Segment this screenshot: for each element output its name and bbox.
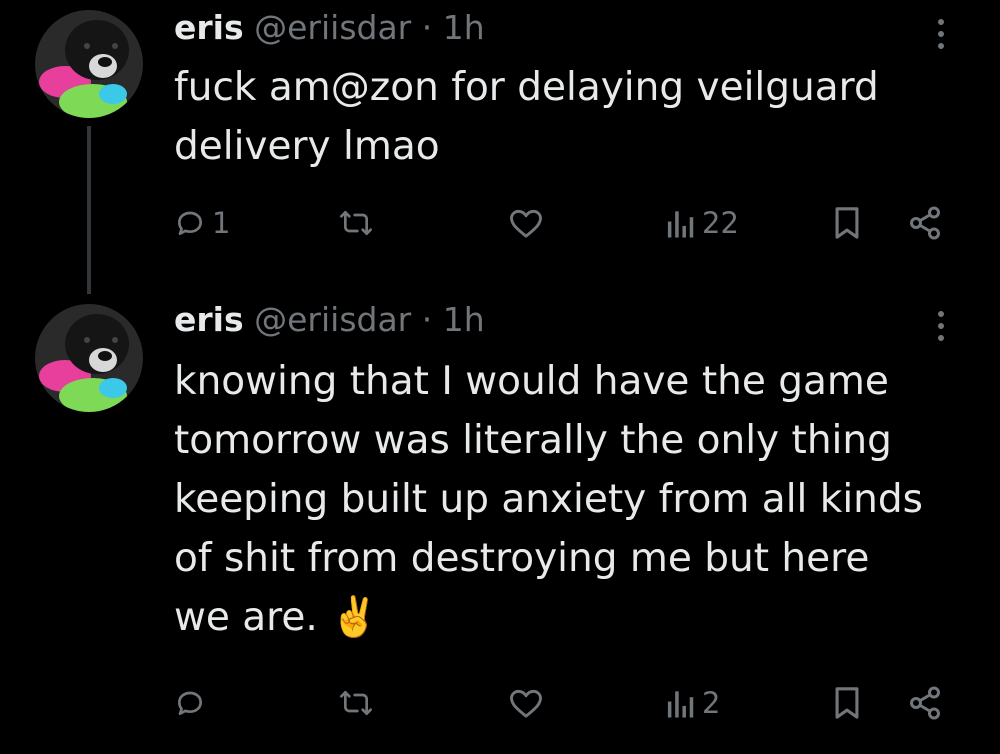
like-button[interactable] [508, 199, 550, 247]
share-icon [910, 686, 940, 720]
views-count: 22 [702, 206, 739, 240]
heart-icon [510, 689, 542, 718]
bookmark-icon [835, 687, 859, 719]
avatar[interactable] [35, 10, 143, 118]
separator: · [421, 300, 433, 339]
retweet-button[interactable] [336, 679, 382, 727]
tweet-1[interactable]: eris @eriisdar · 1h fuck am@zon for dela… [0, 0, 1000, 294]
views-button[interactable]: 22 [666, 199, 739, 247]
views-icon [667, 211, 694, 238]
bookmark-button[interactable] [832, 199, 862, 247]
avatar-image [35, 10, 143, 118]
views-icon [667, 691, 694, 718]
bookmark-icon [835, 207, 859, 239]
timestamp[interactable]: 1h [443, 300, 485, 339]
bookmark-button[interactable] [832, 679, 862, 727]
views-count: 2 [702, 686, 721, 720]
share-button[interactable] [906, 679, 944, 727]
avatar[interactable] [35, 304, 143, 412]
separator: · [421, 8, 433, 47]
reply-count: 1 [212, 206, 231, 240]
retweet-button[interactable] [336, 199, 382, 247]
heart-icon [510, 209, 542, 238]
more-icon[interactable] [926, 14, 956, 54]
user-handle[interactable]: @eriisdar [254, 300, 411, 339]
tweet-header: eris @eriisdar · 1h [174, 6, 485, 50]
retweet-icon [340, 691, 372, 715]
like-button[interactable] [508, 679, 550, 727]
display-name[interactable]: eris [174, 8, 244, 47]
tweet-text: fuck am@zon for delaying veilguard deliv… [174, 65, 879, 169]
reply-button[interactable]: 1 [174, 199, 230, 247]
action-bar: 2 [0, 679, 1000, 727]
more-icon[interactable] [926, 306, 956, 346]
timestamp[interactable]: 1h [443, 8, 485, 47]
share-icon [910, 206, 940, 240]
reply-icon [178, 211, 202, 235]
user-handle[interactable]: @eriisdar [254, 8, 411, 47]
reply-button[interactable] [174, 679, 212, 727]
tweet-2[interactable]: eris @eriisdar · 1h knowing that I would… [0, 294, 1000, 754]
retweet-icon [340, 211, 372, 235]
tweet-text: knowing that I would have the game tomor… [174, 359, 923, 640]
share-button[interactable] [906, 199, 944, 247]
tweet-header: eris @eriisdar · 1h [174, 298, 485, 342]
avatar-image [35, 304, 143, 412]
reply-icon [178, 691, 202, 715]
display-name[interactable]: eris [174, 300, 244, 339]
action-bar: 1 22 [0, 199, 1000, 247]
views-button[interactable]: 2 [666, 679, 720, 727]
